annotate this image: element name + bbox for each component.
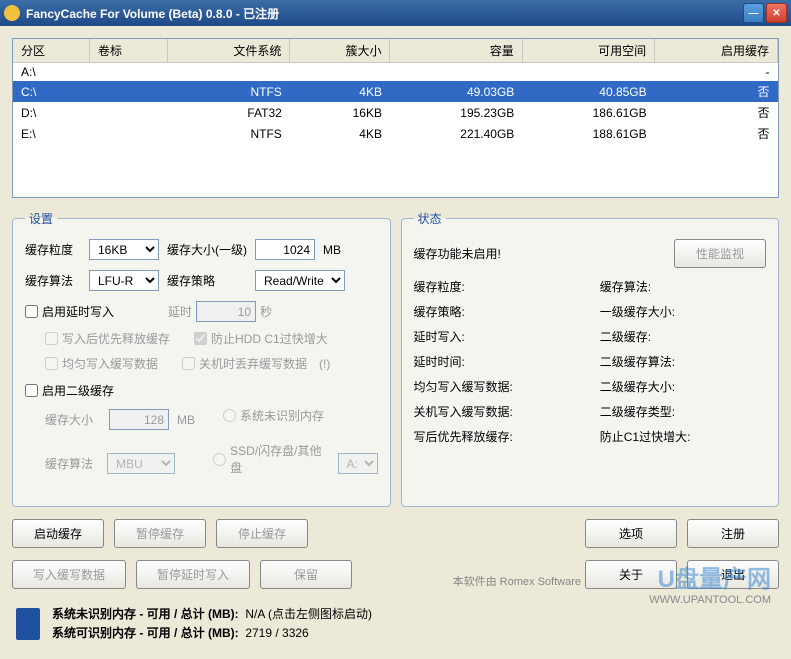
- status-item: 二级缓存大小:: [600, 378, 766, 395]
- strategy-label: 缓存策略: [167, 272, 247, 289]
- table-row[interactable]: D:\FAT3216KB195.23GB186.61GB否: [13, 102, 778, 123]
- defer-label: 启用延时写入: [42, 303, 114, 320]
- column-header[interactable]: 容量: [390, 39, 522, 63]
- algorithm-label: 缓存算法: [25, 272, 81, 289]
- app-icon: [4, 5, 20, 21]
- start-button[interactable]: 启动缓存: [12, 519, 104, 548]
- status-not-enabled: 缓存功能未启用!: [414, 245, 501, 262]
- release-label: 写入后优先释放缓存: [62, 330, 170, 347]
- options-button[interactable]: 选项: [585, 519, 677, 548]
- algorithm-select[interactable]: LFU-R: [89, 270, 159, 291]
- status-item: 缓存算法:: [600, 278, 766, 295]
- column-header[interactable]: 簇大小: [290, 39, 390, 63]
- keep-button: 保留: [260, 560, 352, 589]
- memory-icon[interactable]: [16, 608, 40, 640]
- column-header[interactable]: 文件系统: [167, 39, 290, 63]
- status-item: 二级缓存:: [600, 328, 766, 345]
- defer-checkbox[interactable]: [25, 305, 38, 318]
- column-header[interactable]: 可用空间: [522, 39, 654, 63]
- l2algo-select: MBU: [107, 453, 175, 474]
- pause-button: 暂停缓存: [114, 519, 206, 548]
- write-button: 写入缓写数据: [12, 560, 126, 589]
- settings-legend: 设置: [25, 210, 57, 227]
- ssd-radio: [213, 453, 226, 466]
- column-header[interactable]: 启用缓存: [655, 39, 778, 63]
- l2-label: 启用二级缓存: [42, 382, 114, 399]
- status-item: 缓存粒度:: [414, 278, 580, 295]
- volume-table-wrap: 分区卷标文件系统簇大小容量可用空间启用缓存 A:\-C:\NTFS4KB49.0…: [12, 38, 779, 198]
- status-item: 防止C1过快增大:: [600, 428, 766, 445]
- status-item: 关机写入缓写数据:: [414, 403, 580, 420]
- window-title: FancyCache For Volume (Beta) 0.8.0 - 已注册: [26, 5, 743, 22]
- table-row[interactable]: A:\-: [13, 63, 778, 82]
- status-legend: 状态: [414, 210, 446, 227]
- granularity-label: 缓存粒度: [25, 241, 81, 258]
- minimize-button[interactable]: —: [743, 3, 764, 23]
- delay-input: [196, 301, 256, 322]
- strategy-select[interactable]: Read/Write: [255, 270, 345, 291]
- unrecog-radio: [223, 409, 236, 422]
- unrecog-label: 系统未识别内存: [240, 407, 324, 424]
- size-input[interactable]: [255, 239, 315, 260]
- watermark-url: WWW.UPANTOOL.COM: [649, 594, 771, 606]
- ssd-drive-select: A:: [338, 453, 378, 474]
- volume-table: 分区卷标文件系统簇大小容量可用空间启用缓存 A:\-C:\NTFS4KB49.0…: [13, 39, 778, 144]
- close-button[interactable]: ✕: [766, 3, 787, 23]
- status-item: 二级缓存类型:: [600, 403, 766, 420]
- avg-label: 均匀写入缓写数据: [62, 355, 158, 372]
- l2-checkbox[interactable]: [25, 384, 38, 397]
- footer-text: 本软件由 Romex Software: [453, 573, 581, 589]
- table-row[interactable]: C:\NTFS4KB49.03GB40.85GB否: [13, 81, 778, 102]
- l2size-input: [109, 409, 169, 430]
- status-item: 均匀写入缓写数据:: [414, 378, 580, 395]
- status-panel: 状态 缓存功能未启用! 性能监视 缓存粒度: 缓存算法: 缓存策略: 一级缓存大小: 延…: [401, 210, 780, 507]
- status-item: 延时写入:: [414, 328, 580, 345]
- delay-label: 延时: [168, 303, 192, 320]
- ssd-label: SSD/闪存盘/其他盘: [230, 442, 329, 476]
- column-header[interactable]: 分区: [13, 39, 90, 63]
- status-item: 缓存策略:: [414, 303, 580, 320]
- perf-button: 性能监视: [674, 239, 766, 268]
- settings-panel: 设置 缓存粒度 16KB 缓存大小(一级) MB 缓存算法 LFU-R 缓存策略…: [12, 210, 391, 507]
- prevent-checkbox: [194, 332, 207, 345]
- status-item: 写后优先释放缓存:: [414, 428, 580, 445]
- status-item: 二级缓存算法:: [600, 353, 766, 370]
- watermark: U盘量产网: [658, 559, 771, 594]
- memory-info: 系统未识别内存 - 可用 / 总计 (MB): N/A (点击左侧图标启动) 系…: [52, 605, 372, 643]
- register-button[interactable]: 注册: [687, 519, 779, 548]
- l2size-unit: MB: [177, 413, 195, 427]
- stop-button: 停止缓存: [216, 519, 308, 548]
- status-item: 延时时间:: [414, 353, 580, 370]
- l2size-label: 缓存大小: [45, 411, 101, 428]
- column-header[interactable]: 卷标: [90, 39, 167, 63]
- release-checkbox: [45, 332, 58, 345]
- titlebar: FancyCache For Volume (Beta) 0.8.0 - 已注册…: [0, 0, 791, 26]
- size-label: 缓存大小(一级): [167, 241, 247, 258]
- pause-defer-button: 暂停延时写入: [136, 560, 250, 589]
- discard-checkbox: [182, 357, 195, 370]
- avg-checkbox: [45, 357, 58, 370]
- table-row[interactable]: E:\NTFS4KB221.40GB188.61GB否: [13, 123, 778, 144]
- size-unit: MB: [323, 243, 341, 257]
- granularity-select[interactable]: 16KB: [89, 239, 159, 260]
- help-icon[interactable]: (!): [319, 357, 330, 371]
- discard-label: 关机时丢弃缓写数据: [199, 355, 307, 372]
- l2algo-label: 缓存算法: [45, 455, 99, 472]
- status-item: 一级缓存大小:: [600, 303, 766, 320]
- delay-unit: 秒: [260, 303, 272, 320]
- prevent-label: 防止HDD C1过快增大: [211, 330, 328, 347]
